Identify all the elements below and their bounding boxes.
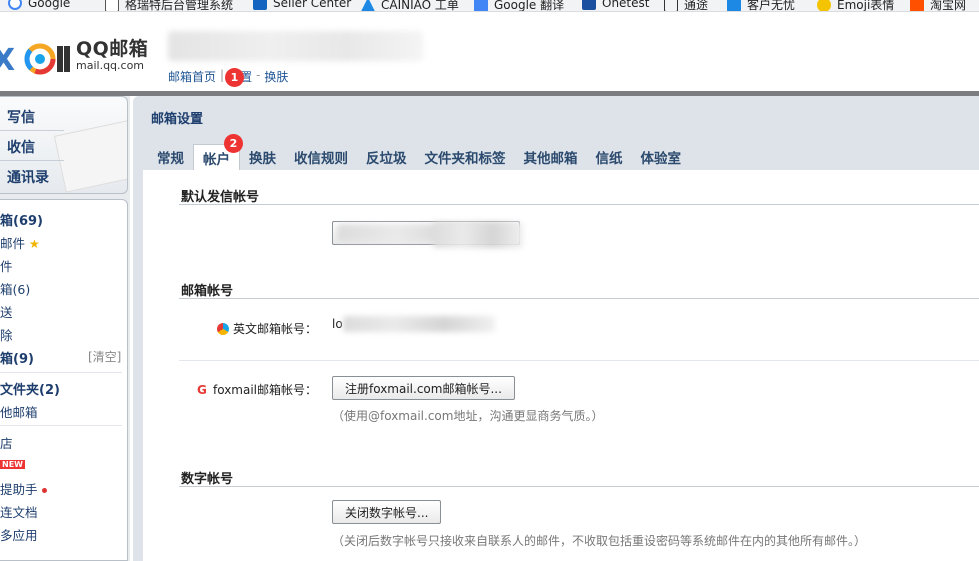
blurred-sender-address: [433, 222, 523, 248]
bookmark-google[interactable]: Google: [8, 0, 70, 10]
digital-account-title: 数字帐号: [181, 472, 234, 487]
mail-accounts-title: 邮箱帐号: [181, 284, 234, 299]
google-icon: [8, 0, 22, 10]
folder-deleted[interactable]: 除: [0, 325, 13, 344]
section-divider: [179, 204, 979, 205]
translate-icon: [474, 0, 488, 11]
section-divider: [179, 298, 979, 299]
clear-spam-link[interactable]: [清空]: [88, 348, 121, 365]
bookmark-kehu[interactable]: 客户无忧: [727, 0, 795, 11]
folder-starred[interactable]: 邮件 ★: [0, 233, 40, 252]
mail-home-link[interactable]: 邮箱首页: [168, 68, 216, 85]
tab-general[interactable]: 常规: [148, 144, 193, 170]
logo-text: QQ邮箱 mail.qq.com: [76, 38, 148, 72]
digital-account-hint: （关闭后数字帐号只接收来自联系人的邮件，不收取包括重设密码等系统邮件在内的其他所…: [332, 534, 867, 548]
app-item-4[interactable]: 连文档: [0, 502, 38, 521]
divider: [0, 130, 64, 131]
blurred-account-name: [168, 31, 423, 61]
emoji-icon: [817, 0, 831, 11]
bookmark-google-translate[interactable]: Google 翻译: [474, 0, 564, 11]
bookmark-tongtu[interactable]: 通途: [664, 0, 708, 11]
folder-inbox[interactable]: 箱(69): [0, 210, 43, 229]
folder-drafts[interactable]: 箱(6): [0, 279, 30, 298]
new-badge: NEW: [0, 460, 25, 469]
bookmark-admin[interactable]: 格瑞特后台管理系统: [105, 0, 233, 11]
tab-other-mailbox[interactable]: 其他邮箱: [515, 144, 587, 170]
app-item-5[interactable]: 多应用: [0, 525, 38, 544]
folder-spam[interactable]: 箱(9): [0, 348, 34, 367]
default-sender-title: 默认发信帐号: [181, 190, 260, 205]
separator: |: [220, 68, 225, 82]
blurred-english-account: [343, 316, 495, 332]
folder-list: 箱(69) 邮件 ★ 件 箱(6) 送 除 箱(9) [清空] 文件夹(2) 他…: [0, 199, 128, 561]
contacts-button[interactable]: 通讯录: [7, 167, 49, 187]
app-item-3[interactable]: 提助手: [0, 479, 47, 498]
taobao-icon: [910, 0, 924, 11]
tab-skin[interactable]: 换肤: [240, 144, 285, 170]
app-item-1[interactable]: 店: [0, 433, 13, 452]
bookmark-emoji[interactable]: Emoji表情: [817, 0, 894, 11]
english-account-value: lo: [332, 317, 343, 331]
star-icon: ★: [29, 237, 40, 251]
app-item-2[interactable]: NEW: [0, 456, 25, 471]
bookmark-taobao[interactable]: 淘宝网: [910, 0, 966, 11]
tongtu-icon: [664, 0, 678, 11]
tab-rules[interactable]: 收信规则: [285, 144, 357, 170]
folder-other-mailbox[interactable]: 他邮箱: [0, 402, 38, 421]
logo-title: QQ邮箱: [76, 38, 149, 60]
row-divider: [179, 360, 979, 361]
page-title: 邮箱设置: [151, 112, 204, 127]
seller-center-icon: [253, 0, 267, 10]
qq-mail-icon: [217, 322, 229, 335]
tab-lab[interactable]: 体验室: [632, 144, 691, 170]
folder-my-folders[interactable]: 文件夹(2): [0, 379, 60, 398]
cainiao-icon: [361, 0, 375, 11]
separator: -: [256, 68, 261, 82]
tab-antispam[interactable]: 反垃圾: [357, 144, 416, 170]
logo-subtitle: mail.qq.com: [76, 59, 145, 72]
tab-stationery[interactable]: 信纸: [587, 144, 632, 170]
divider: [0, 372, 122, 373]
folder-group[interactable]: 件: [0, 256, 13, 275]
folder-sent[interactable]: 送: [0, 302, 13, 321]
envelope-icon: [53, 119, 127, 193]
dsm-icon: [582, 0, 596, 10]
skin-link[interactable]: 换肤: [264, 68, 288, 85]
write-button[interactable]: 写信: [7, 107, 35, 127]
bookmarks-bar: Google 格瑞特后台管理系统 Seller Center CAINIAO 工…: [0, 0, 979, 12]
inbox-button[interactable]: 收信: [7, 137, 35, 157]
svg-text:X: X: [0, 43, 15, 76]
english-account-label: 英文邮箱帐号：: [217, 320, 317, 337]
step-badge-1: 1: [225, 68, 244, 87]
foxmail-icon: G: [197, 382, 207, 397]
step-badge-2: 2: [224, 134, 243, 153]
compose-panel: 写信 收信 通讯录: [0, 96, 128, 194]
foxmail-hint: （使用@foxmail.com地址，沟通更显商务气质。）: [332, 409, 604, 423]
settings-main: 邮箱设置 常规 帐户 换肤 收信规则 反垃圾 文件夹和标签 其他邮箱 信纸 体验…: [133, 96, 979, 561]
account-settings-panel: 默认发信帐号 邮箱帐号 英文邮箱帐号： lo G foxmail邮箱帐号： 注册…: [143, 170, 979, 561]
kehu-icon: [727, 0, 741, 11]
page-icon: [105, 0, 119, 11]
section-divider: [179, 486, 979, 487]
qq-mail-logo-icon: X: [0, 43, 70, 76]
notification-dot-icon: [41, 488, 47, 493]
foxmail-account-label: G foxmail邮箱帐号：: [197, 382, 318, 397]
divider: [0, 160, 64, 161]
header: X QQ邮箱 mail.qq.com 邮箱首页 | 设置 - 换肤 1: [0, 13, 979, 91]
tab-folders-labels[interactable]: 文件夹和标签: [416, 144, 515, 170]
close-digital-account-button[interactable]: 关闭数字帐号...: [332, 500, 442, 524]
divider: [0, 425, 122, 426]
sidebar: 写信 收信 通讯录 箱(69) 邮件 ★ 件 箱(6) 送 除 箱(9) [清空…: [0, 96, 130, 561]
bookmark-cainiao[interactable]: CAINIAO 工单: [361, 0, 459, 11]
register-foxmail-button[interactable]: 注册foxmail.com邮箱帐号...: [332, 376, 515, 400]
bookmark-onetest[interactable]: Onetest: [582, 0, 649, 10]
bookmark-seller-center[interactable]: Seller Center: [253, 0, 351, 10]
